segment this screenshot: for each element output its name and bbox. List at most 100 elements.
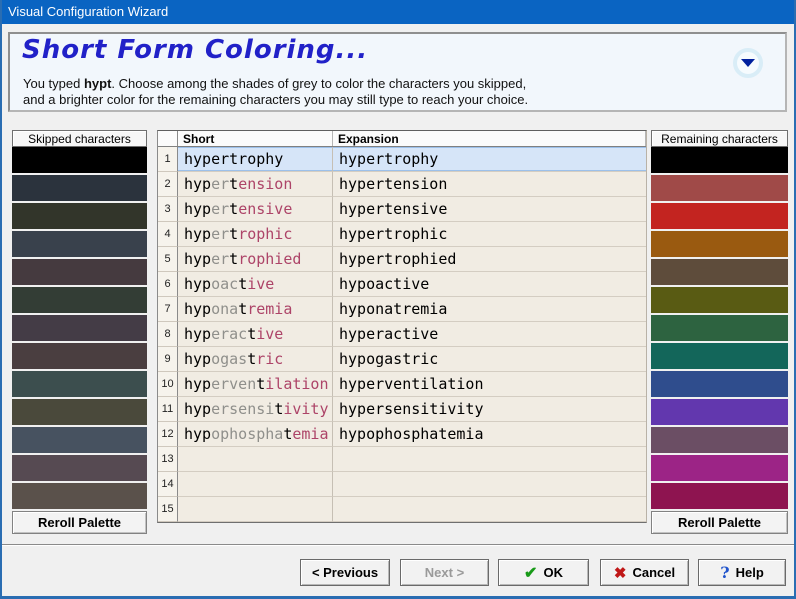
short-cell[interactable] bbox=[178, 447, 333, 472]
typed-chars: hyp bbox=[184, 250, 212, 268]
row-number: 3 bbox=[158, 197, 178, 222]
short-cell[interactable]: hyp ogas t ric bbox=[178, 347, 333, 372]
typed-chars: t bbox=[229, 175, 239, 193]
ok-button[interactable]: ✔ OK bbox=[498, 559, 589, 586]
skipped-color-swatch[interactable] bbox=[12, 455, 147, 481]
shortform-table[interactable]: Short Expansion 1 hypertrophy hypertrophy 2… bbox=[157, 130, 647, 523]
short-cell[interactable]: hyp er t ension bbox=[178, 172, 333, 197]
expansion-cell[interactable]: hypertrophy bbox=[333, 147, 646, 172]
expansion-cell[interactable]: hypertension bbox=[333, 172, 646, 197]
remaining-color-swatch[interactable] bbox=[651, 147, 788, 173]
short-column-header: Short bbox=[178, 131, 333, 146]
short-cell[interactable]: hyp oac t ive bbox=[178, 272, 333, 297]
short-cell[interactable] bbox=[178, 472, 333, 497]
short-cell[interactable]: hypertrophy bbox=[178, 147, 333, 172]
skipped-color-swatch[interactable] bbox=[12, 287, 147, 313]
table-row[interactable]: 8 hyp erac t ive hyperactive bbox=[158, 322, 646, 347]
table-row[interactable]: 4 hyp er t rophic hypertrophic bbox=[158, 222, 646, 247]
expansion-cell[interactable] bbox=[333, 472, 646, 497]
remaining-color-swatch[interactable] bbox=[651, 427, 788, 453]
skipped-color-swatch[interactable] bbox=[12, 315, 147, 341]
short-cell[interactable]: hyp erac t ive bbox=[178, 322, 333, 347]
title-bar[interactable]: Visual Configuration Wizard bbox=[2, 0, 794, 24]
expansion-cell[interactable] bbox=[333, 497, 646, 522]
expansion-cell[interactable]: hypertrophic bbox=[333, 222, 646, 247]
short-cell[interactable]: hyp ersensi t ivity bbox=[178, 397, 333, 422]
expansion-cell[interactable]: hypersensitivity bbox=[333, 397, 646, 422]
remaining-color-swatch[interactable] bbox=[651, 483, 788, 509]
short-cell[interactable] bbox=[178, 497, 333, 522]
short-cell[interactable]: hyp ophospha t emia bbox=[178, 422, 333, 447]
expansion-cell[interactable]: hypogastric bbox=[333, 347, 646, 372]
table-row[interactable]: 14 bbox=[158, 472, 646, 497]
expansion-cell[interactable]: hyperventilation bbox=[333, 372, 646, 397]
typed-chars: t bbox=[238, 300, 248, 318]
skipped-color-swatch[interactable] bbox=[12, 343, 147, 369]
table-row[interactable]: 3 hyp er t ensive hypertensive bbox=[158, 197, 646, 222]
remaining-color-swatch[interactable] bbox=[651, 175, 788, 201]
reroll-palette-left-button[interactable]: Reroll Palette bbox=[12, 511, 147, 534]
remaining-chars: rophic bbox=[238, 225, 293, 243]
skipped-color-swatch[interactable] bbox=[12, 259, 147, 285]
table-row[interactable]: 9 hyp ogas t ric hypogastric bbox=[158, 347, 646, 372]
remaining-color-swatch[interactable] bbox=[651, 259, 788, 285]
remaining-color-swatch[interactable] bbox=[651, 203, 788, 229]
collapse-header-button[interactable] bbox=[733, 48, 763, 78]
short-cell[interactable]: hyp er t rophied bbox=[178, 247, 333, 272]
skipped-color-swatch[interactable] bbox=[12, 231, 147, 257]
remaining-color-swatch[interactable] bbox=[651, 371, 788, 397]
table-row[interactable]: 6 hyp oac t ive hypoactive bbox=[158, 272, 646, 297]
remaining-chars: ivity bbox=[283, 400, 329, 418]
expansion-cell[interactable]: hypertrophied bbox=[333, 247, 646, 272]
expansion-cell[interactable]: hyperactive bbox=[333, 322, 646, 347]
short-cell[interactable]: hyp er t rophic bbox=[178, 222, 333, 247]
remaining-color-swatch[interactable] bbox=[651, 399, 788, 425]
skipped-chars: ona bbox=[211, 300, 239, 318]
skipped-color-swatch[interactable] bbox=[12, 483, 147, 509]
expansion-cell[interactable]: hyponatremia bbox=[333, 297, 646, 322]
short-cell[interactable]: hyp er t ensive bbox=[178, 197, 333, 222]
expansion-cell[interactable]: hypoactive bbox=[333, 272, 646, 297]
table-row[interactable]: 10 hyp erven t ilation hyperventilation bbox=[158, 372, 646, 397]
remaining-color-swatch[interactable] bbox=[651, 231, 788, 257]
expansion-cell[interactable]: hypertensive bbox=[333, 197, 646, 222]
remaining-color-swatch[interactable] bbox=[651, 455, 788, 481]
table-row[interactable]: 15 bbox=[158, 497, 646, 522]
remaining-chars: ensive bbox=[238, 200, 293, 218]
skipped-palette bbox=[12, 147, 147, 509]
table-row[interactable]: 5 hyp er t rophied hypertrophied bbox=[158, 247, 646, 272]
skipped-color-swatch[interactable] bbox=[12, 427, 147, 453]
row-number: 8 bbox=[158, 322, 178, 347]
typed-chars: hypertrophy bbox=[184, 150, 284, 168]
remaining-color-swatch[interactable] bbox=[651, 343, 788, 369]
table-row[interactable]: 12 hyp ophospha t emia hypophosphatemia bbox=[158, 422, 646, 447]
table-row[interactable]: 2 hyp er t ension hypertension bbox=[158, 172, 646, 197]
skipped-color-swatch[interactable] bbox=[12, 175, 147, 201]
next-button[interactable]: Next > bbox=[400, 559, 489, 586]
remaining-chars: ive bbox=[256, 325, 284, 343]
skipped-color-swatch[interactable] bbox=[12, 399, 147, 425]
cancel-button[interactable]: ✖ Cancel bbox=[600, 559, 689, 586]
short-cell[interactable]: hyp erven t ilation bbox=[178, 372, 333, 397]
typed-chars: t bbox=[229, 250, 239, 268]
remaining-color-swatch[interactable] bbox=[651, 287, 788, 313]
table-row[interactable]: 13 bbox=[158, 447, 646, 472]
row-number: 5 bbox=[158, 247, 178, 272]
row-number: 12 bbox=[158, 422, 178, 447]
skipped-color-swatch[interactable] bbox=[12, 203, 147, 229]
short-cell[interactable]: hyp ona t remia bbox=[178, 297, 333, 322]
remaining-color-swatch[interactable] bbox=[651, 315, 788, 341]
previous-button[interactable]: < Previous bbox=[300, 559, 390, 586]
reroll-palette-right-button[interactable]: Reroll Palette bbox=[651, 511, 788, 534]
table-row[interactable]: 1 hypertrophy hypertrophy bbox=[158, 147, 646, 172]
expansion-cell[interactable]: hypophosphatemia bbox=[333, 422, 646, 447]
table-row[interactable]: 11 hyp ersensi t ivity hypersensitivity bbox=[158, 397, 646, 422]
table-row[interactable]: 7 hyp ona t remia hyponatremia bbox=[158, 297, 646, 322]
skipped-color-swatch[interactable] bbox=[12, 371, 147, 397]
help-button[interactable]: ? Help bbox=[698, 559, 786, 586]
expansion-cell[interactable] bbox=[333, 447, 646, 472]
skipped-color-swatch[interactable] bbox=[12, 147, 147, 173]
next-button-label: Next > bbox=[424, 565, 465, 580]
remaining-chars: ive bbox=[247, 275, 275, 293]
skipped-characters-header: Skipped characters bbox=[12, 130, 147, 147]
